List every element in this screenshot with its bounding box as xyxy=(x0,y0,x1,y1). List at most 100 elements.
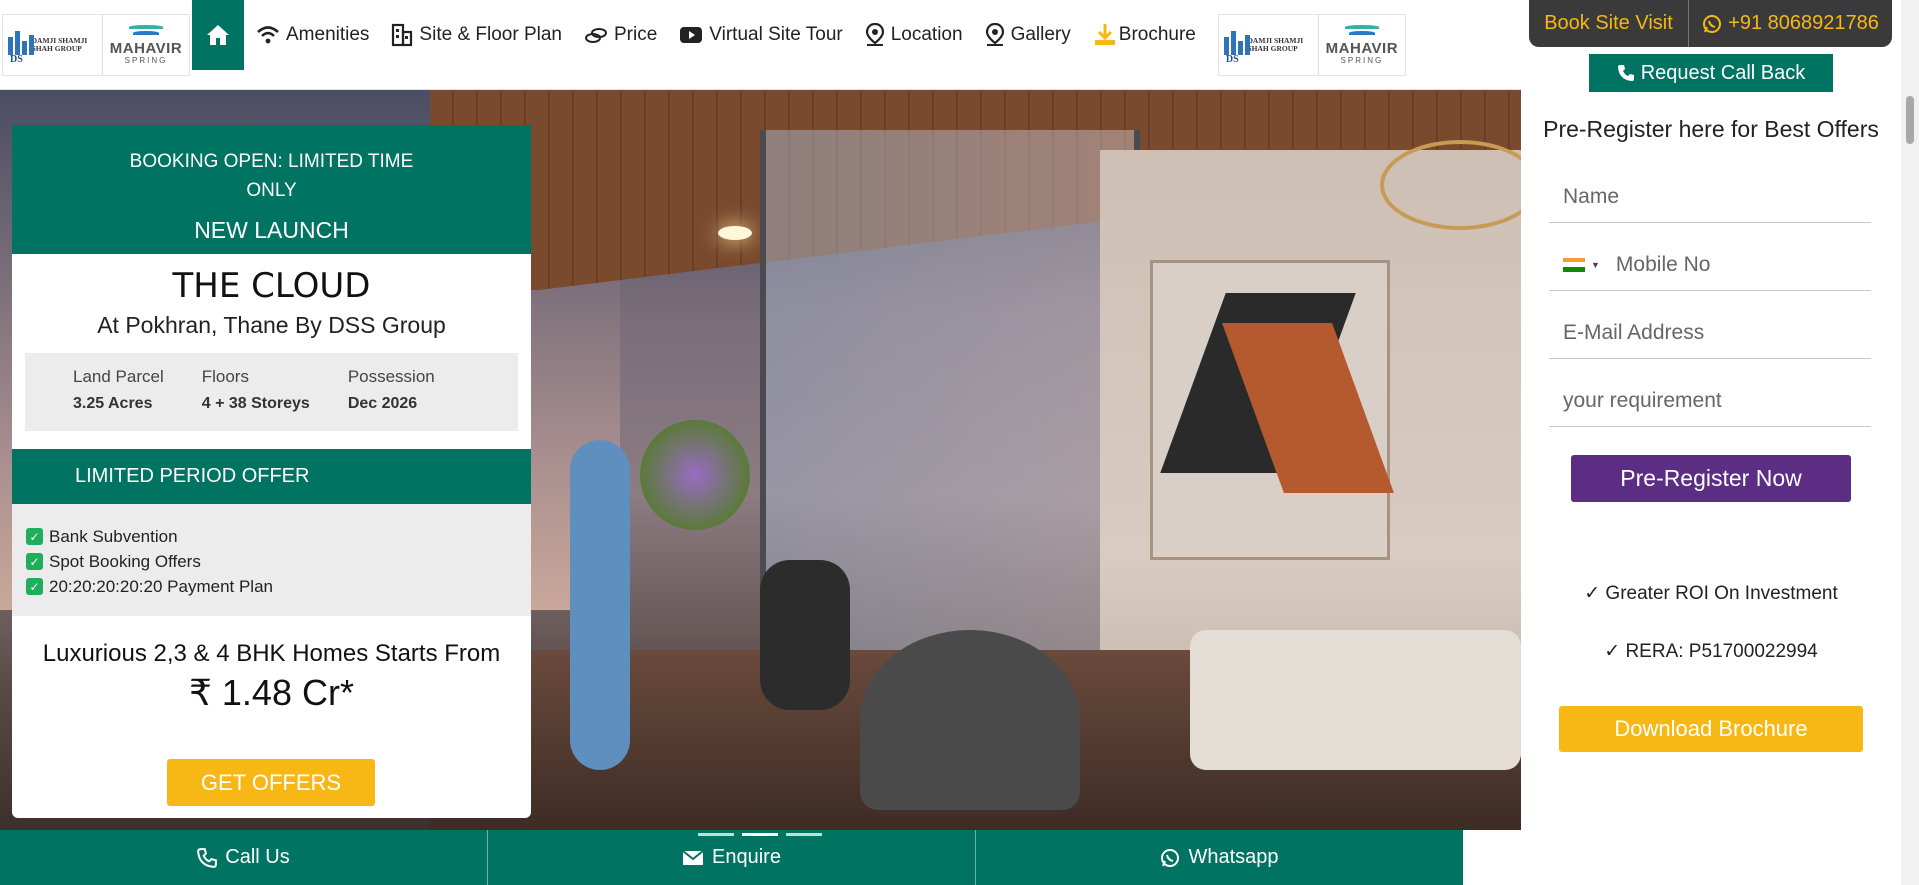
roi-bullet: ✓ Greater ROI On Investment xyxy=(1584,583,1838,604)
lounge-chair xyxy=(860,630,1080,810)
requirement-field[interactable]: your requirement xyxy=(1549,375,1871,427)
ceiling-light xyxy=(718,226,752,240)
stat-land-parcel: Land Parcel 3.25 Acres xyxy=(73,367,164,412)
nav-brochure-label: Brochure xyxy=(1118,24,1196,45)
brand-logo-secondary[interactable]: DS DAMJI SHAMJI SHAH GROUP MAHAVIR SPRIN… xyxy=(1217,13,1406,76)
project-title: THE CLOUD xyxy=(172,266,371,306)
visit-bar: Book Site Visit +91 8068921786 xyxy=(1529,0,1892,47)
wall-art xyxy=(1150,260,1394,560)
home-button[interactable] xyxy=(192,0,244,70)
seated-woman xyxy=(760,560,850,710)
mahavir-logo: MAHAVIR SPRING xyxy=(103,15,189,75)
checkbox-checked-icon: ✓ xyxy=(26,578,43,595)
request-call-back-button[interactable]: Request Call Back xyxy=(1589,54,1833,92)
list-item: ✓ Bank Subvention xyxy=(26,524,531,549)
nav-virtual-site-tour-label: Virtual Site Tour xyxy=(709,24,843,45)
enquire-button[interactable]: Enquire xyxy=(488,830,976,885)
carousel-dot[interactable] xyxy=(698,833,734,836)
bottom-action-bar: Call Us Enquire Whatsapp xyxy=(0,830,1463,885)
enquiry-sidebar: Book Site Visit +91 8068921786 Request C… xyxy=(1521,0,1901,885)
list-item: ✓ 20:20:20:20:20 Payment Plan xyxy=(26,574,531,599)
wifi-icon xyxy=(257,26,279,44)
india-flag-icon[interactable] xyxy=(1563,257,1585,272)
phone-link[interactable]: +91 8068921786 xyxy=(1689,12,1892,35)
nav-gallery[interactable]: Gallery xyxy=(985,23,1071,47)
nav-site-floor-plan-label: Site & Floor Plan xyxy=(419,24,562,45)
dss-logo-mark: DS xyxy=(1223,25,1250,65)
project-card: BOOKING OPEN: LIMITED TIME ONLY NEW LAUN… xyxy=(12,125,531,818)
map-pin-icon xyxy=(865,23,884,46)
form-title: Pre-Register here for Best Offers xyxy=(1543,116,1879,142)
mobile-placeholder: Mobile No xyxy=(1615,252,1711,276)
request-call-back-label: Request Call Back xyxy=(1640,61,1806,84)
nav-location-label: Location xyxy=(890,24,963,45)
standing-man xyxy=(570,440,630,770)
top-nav: DS DAMJI SHAMJI SHAH GROUP MAHAVIR SPRIN… xyxy=(0,0,1521,90)
main-menu: Amenities Site & Floor Plan Price Virtua… xyxy=(244,0,1206,70)
enquire-label: Enquire xyxy=(712,846,781,868)
whatsapp-label: Whatsapp xyxy=(1188,846,1279,868)
project-subtitle: At Pokhran, Thane By DSS Group xyxy=(97,312,446,338)
page-scrollbar[interactable] xyxy=(1901,0,1919,885)
mobile-field[interactable]: ▼ Mobile No xyxy=(1549,239,1871,291)
mahavir-logo: MAHAVIR SPRING xyxy=(1319,15,1405,75)
call-us-button[interactable]: Call Us xyxy=(0,830,488,885)
stat-floors: Floors 4 + 38 Storeys xyxy=(201,367,310,412)
offer-list: ✓ Bank Subvention ✓ Spot Booking Offers ✓ 2… xyxy=(12,504,531,616)
nav-virtual-site-tour[interactable]: Virtual Site Tour xyxy=(679,24,843,46)
offer-heading: LIMITED PERIOD OFFER xyxy=(12,449,531,504)
dss-logo: DS DAMJI SHAMJI SHAH GROUP xyxy=(3,14,103,75)
price-text: ₹ 1.48 Cr* xyxy=(189,672,354,713)
nav-brochure[interactable]: Brochure xyxy=(1093,23,1196,47)
envelope-icon xyxy=(682,849,704,865)
dss-logo-mark: DS xyxy=(8,25,34,65)
whatsapp-icon xyxy=(1161,848,1180,867)
rera-bullet: ✓ RERA: P51700022994 xyxy=(1604,641,1818,662)
dss-logo: DS DAMJI SHAMJI SHAH GROUP xyxy=(1219,14,1319,75)
project-stats: Land Parcel 3.25 Acres Floors 4 + 38 Sto… xyxy=(25,353,518,431)
list-item: ✓ Spot Booking Offers xyxy=(26,549,531,574)
phone-icon xyxy=(197,847,218,868)
checkbox-checked-icon: ✓ xyxy=(26,528,43,545)
nav-price-label: Price xyxy=(614,24,658,45)
map-pin-icon xyxy=(985,23,1004,46)
money-icon xyxy=(585,28,607,43)
sofa xyxy=(1190,630,1521,770)
email-field[interactable]: E-Mail Address xyxy=(1549,307,1871,359)
carousel-dot[interactable] xyxy=(786,833,822,836)
nav-amenities[interactable]: Amenities xyxy=(256,24,369,46)
homes-text: Luxurious 2,3 & 4 BHK Homes Starts From xyxy=(42,640,501,667)
whatsapp-button[interactable]: Whatsapp xyxy=(976,830,1463,885)
pre-register-button[interactable]: Pre-Register Now xyxy=(1571,455,1851,502)
get-offers-button[interactable]: GET OFFERS xyxy=(167,759,375,806)
dss-logo-text: DAMJI SHAMJI SHAH GROUP xyxy=(31,35,88,53)
new-launch-text: NEW LAUNCH xyxy=(194,217,349,243)
carousel-indicators xyxy=(698,833,822,836)
phone-icon xyxy=(1617,65,1634,81)
book-site-visit-button[interactable]: Book Site Visit xyxy=(1529,0,1689,47)
nav-amenities-label: Amenities xyxy=(286,24,370,45)
booking-open-text: BOOKING OPEN: LIMITED TIME ONLY xyxy=(129,151,414,201)
nav-location[interactable]: Location xyxy=(865,23,963,47)
name-field[interactable]: Name xyxy=(1549,171,1871,223)
phone-number: +91 8068921786 xyxy=(1728,12,1879,34)
dss-logo-text: DAMJI SHAMJI SHAH GROUP xyxy=(1247,35,1304,53)
youtube-icon xyxy=(680,27,703,43)
card-header: BOOKING OPEN: LIMITED TIME ONLY NEW LAUN… xyxy=(12,125,531,254)
checkbox-checked-icon: ✓ xyxy=(26,553,43,570)
stat-possession: Possession Dec 2026 xyxy=(347,367,435,412)
nav-gallery-label: Gallery xyxy=(1010,24,1071,45)
nav-site-floor-plan[interactable]: Site & Floor Plan xyxy=(391,23,562,47)
download-brochure-button[interactable]: Download Brochure xyxy=(1559,706,1863,752)
chevron-down-icon[interactable]: ▼ xyxy=(1591,260,1600,270)
scrollbar-thumb[interactable] xyxy=(1906,96,1914,144)
nav-price[interactable]: Price xyxy=(584,24,657,46)
download-icon xyxy=(1094,24,1115,45)
brand-logo[interactable]: DS DAMJI SHAMJI SHAH GROUP MAHAVIR SPRIN… xyxy=(2,13,190,76)
flower-plant xyxy=(640,420,750,530)
building-icon xyxy=(392,23,413,47)
home-icon xyxy=(207,25,229,45)
call-us-label: Call Us xyxy=(225,846,290,868)
carousel-dot-active[interactable] xyxy=(742,833,778,836)
whatsapp-icon xyxy=(1703,14,1722,33)
